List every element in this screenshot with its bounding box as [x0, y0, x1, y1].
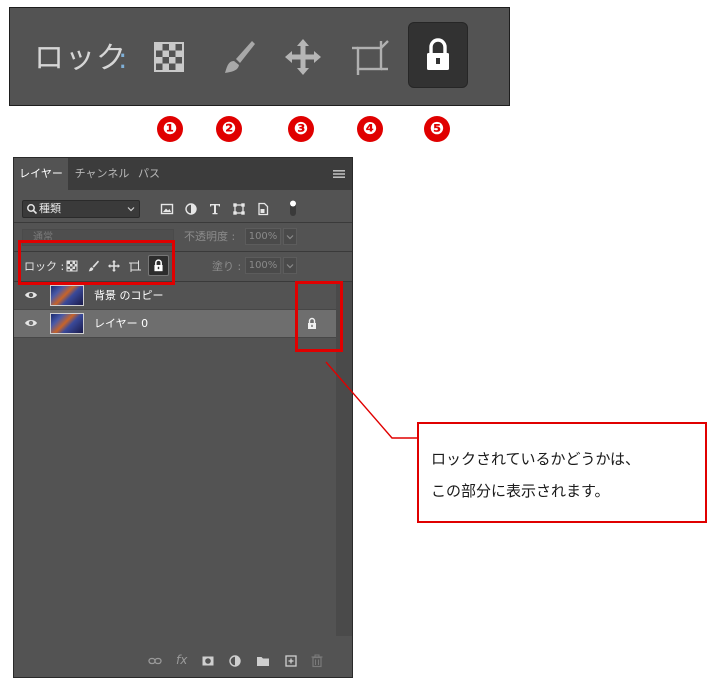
filter-kind-select[interactable]: 種類 [22, 200, 140, 218]
chevron-down-icon [286, 264, 294, 269]
callout-text-line2: この部分に表示されます。 [431, 482, 610, 500]
filter-kind-value: 種類 [39, 202, 61, 215]
lock-label: ロック [34, 41, 127, 76]
layers-panel: レイヤー チャンネル パス 種類 通常 不透明度: 100% ロック: 塗り… [13, 157, 353, 678]
link-layers-icon[interactable] [148, 654, 162, 668]
layer-thumbnail [50, 313, 84, 334]
layer-name: 背景 のコピー [94, 289, 164, 302]
search-icon [27, 204, 38, 215]
lock-row-highlight [18, 240, 175, 285]
type-filter-icon[interactable] [208, 202, 222, 216]
opacity-label: 不透明度 : [184, 230, 236, 243]
adjustment-layer-icon[interactable] [228, 654, 242, 668]
new-layer-icon[interactable] [284, 654, 298, 668]
marker-3: ❸ [288, 116, 314, 142]
lock-colon: : [118, 42, 128, 75]
marker-4: ❹ [357, 116, 383, 142]
tab-channels[interactable]: チャンネル [70, 158, 134, 190]
layer-mask-icon[interactable] [201, 654, 215, 668]
layer-thumbnail [50, 285, 84, 306]
lock-all-selected-frame[interactable] [408, 22, 468, 88]
trash-icon[interactable] [310, 654, 324, 668]
panel-tabs: レイヤー チャンネル パス [14, 158, 352, 190]
opacity-dropdown[interactable] [283, 228, 297, 245]
visibility-eye-icon[interactable] [24, 289, 38, 301]
marker-1: ❶ [157, 116, 183, 142]
fill-label: 塗り : [212, 260, 242, 273]
tab-paths[interactable]: パス [134, 158, 164, 190]
lock-options-bar-zoomed: ロック : [9, 7, 510, 106]
filter-toggle-icon[interactable] [288, 199, 298, 217]
pixel-filter-icon[interactable] [160, 202, 174, 216]
shape-filter-icon[interactable] [232, 202, 246, 216]
marker-2: ❷ [216, 116, 242, 142]
visibility-eye-icon[interactable] [24, 317, 38, 329]
marker-5: ❺ [424, 116, 450, 142]
tab-layers[interactable]: レイヤー [14, 158, 68, 190]
layers-bottom-toolbar: fx [14, 646, 352, 676]
callout-text-line1: ロックされているかどうかは、 [431, 450, 640, 468]
adjustment-filter-icon[interactable] [184, 202, 198, 216]
lock-image-pixels-icon[interactable] [216, 35, 260, 79]
fill-dropdown[interactable] [283, 257, 297, 274]
lock-position-icon[interactable] [281, 35, 325, 79]
chevron-down-icon [127, 207, 135, 212]
layer-row-selected[interactable]: レイヤー 0 [14, 310, 336, 337]
layer-name: レイヤー 0 [94, 317, 149, 330]
panel-divider [14, 222, 352, 223]
row-separator [14, 337, 336, 338]
layer-row[interactable]: 背景 のコピー [14, 282, 336, 309]
lock-artboard-icon[interactable] [348, 35, 392, 79]
panel-menu-icon[interactable] [332, 167, 346, 181]
opacity-field[interactable]: 100% [245, 228, 281, 245]
lock-all-icon [427, 38, 449, 70]
lock-transparent-pixels-icon[interactable] [147, 35, 191, 79]
lock-status-highlight [295, 281, 343, 352]
fill-field[interactable]: 100% [245, 257, 281, 274]
folder-icon[interactable] [256, 654, 270, 668]
smart-object-filter-icon[interactable] [256, 202, 270, 216]
fx-icon[interactable]: fx [176, 652, 190, 667]
chevron-down-icon [286, 235, 294, 240]
explanation-callout: ロックされているかどうかは、 この部分に表示されます。 [417, 422, 707, 523]
